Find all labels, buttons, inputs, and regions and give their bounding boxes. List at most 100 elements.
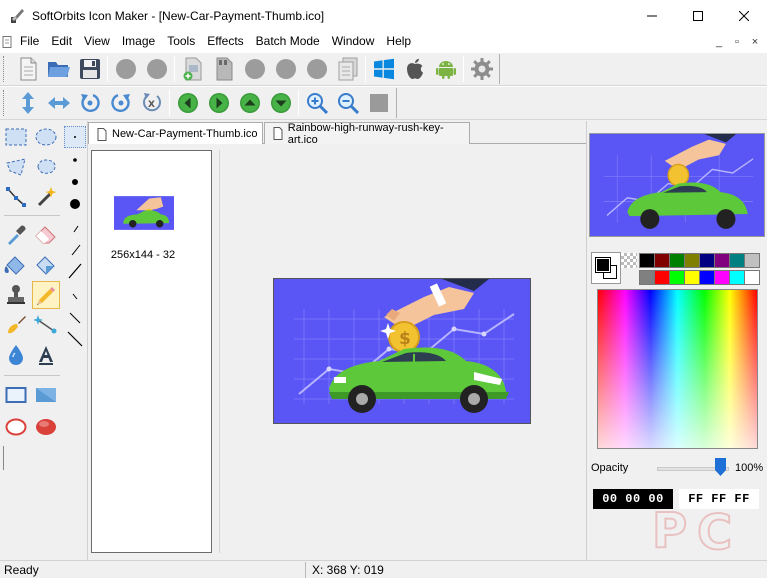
maximize-button[interactable] [675,0,721,31]
ellipse-filled-tool[interactable] [32,413,60,441]
palette-swatch[interactable] [639,270,655,285]
menu-edit[interactable]: Edit [45,31,78,52]
brush-backslash-2[interactable] [64,307,86,329]
palette-swatch[interactable] [639,253,655,268]
foreground-color-swatch[interactable] [595,257,611,273]
move-down-button[interactable] [265,88,296,118]
disabled-button-3[interactable] [239,54,270,84]
pencil-tool[interactable] [32,281,60,309]
close-button[interactable] [721,0,767,31]
palette-swatch[interactable] [669,253,685,268]
brush-slash-2[interactable] [64,239,86,261]
menu-effects[interactable]: Effects [201,31,249,52]
line-tool[interactable] [32,311,60,339]
color-spectrum[interactable] [597,289,758,449]
rect-select-tool[interactable] [2,123,30,151]
rectangle-filled-tool[interactable] [32,381,60,409]
mdi-minimize-button[interactable]: _ [713,36,725,48]
palette-swatch[interactable] [714,270,730,285]
palette-swatch[interactable] [729,253,745,268]
tab-rainbow-high-runway[interactable]: Rainbow-high-runway-rush-key-art.ico [264,122,470,146]
disabled-button-2[interactable] [141,54,172,84]
transparent-swatch[interactable] [621,253,637,268]
pages-button[interactable] [332,54,363,84]
toolbar-grip[interactable] [3,90,9,116]
android-button[interactable] [430,54,461,84]
menu-file[interactable]: File [14,31,45,52]
palette-swatch[interactable] [744,253,760,268]
save-button[interactable] [74,54,105,84]
blur-tool[interactable] [2,341,30,369]
brush-backslash-3[interactable] [64,328,86,350]
rotate-free-button[interactable]: X [136,88,167,118]
flip-vertical-button[interactable] [12,88,43,118]
icon-formats-list[interactable]: 256x144 - 32 [91,150,212,553]
brush-size-1[interactable] [64,126,86,148]
polygon-select-tool[interactable] [2,153,30,181]
ellipse-select-tool[interactable] [32,123,60,151]
ellipse-outline-tool[interactable] [2,413,30,441]
fill-tool[interactable] [2,251,30,279]
palette-swatch[interactable] [699,253,715,268]
minimize-button[interactable] [629,0,675,31]
text-tool[interactable] [32,341,60,369]
palette-swatch[interactable] [684,253,700,268]
add-page-button[interactable] [177,54,208,84]
menu-help[interactable]: Help [380,31,417,52]
palette-swatch[interactable] [714,253,730,268]
apple-button[interactable] [399,54,430,84]
palette-swatch[interactable] [654,270,670,285]
zoom-out-button[interactable] [332,88,363,118]
stamp-tool[interactable] [2,281,30,309]
brush-size-4[interactable] [64,193,86,215]
palette-swatch[interactable] [669,270,685,285]
main-image-canvas[interactable]: $ [273,278,531,424]
rotate-left-button[interactable] [74,88,105,118]
disabled-button-5[interactable] [301,54,332,84]
toolbar-grip[interactable] [3,56,9,82]
menu-window[interactable]: Window [326,31,381,52]
brush-tool[interactable] [2,311,30,339]
menu-batch-mode[interactable]: Batch Mode [250,31,326,52]
menu-view[interactable]: View [78,31,116,52]
disabled-button-1[interactable] [110,54,141,84]
palette-swatch[interactable] [654,253,670,268]
canvas-area[interactable]: $ [219,150,586,553]
zoom-in-button[interactable] [301,88,332,118]
opacity-slider-handle[interactable] [715,458,726,476]
windows-button[interactable] [368,54,399,84]
palette-swatch[interactable] [744,270,760,285]
brush-size-2[interactable] [64,149,86,171]
move-up-button[interactable] [234,88,265,118]
lasso-select-tool[interactable] [32,153,60,181]
actual-size-button[interactable] [363,88,394,118]
move-right-button[interactable] [203,88,234,118]
new-button[interactable] [12,54,43,84]
disabled-button-4[interactable] [270,54,301,84]
flip-horizontal-button[interactable] [43,88,74,118]
settings-button[interactable] [466,54,497,84]
color-picker-tool[interactable] [2,221,30,249]
palette-swatch[interactable] [699,270,715,285]
mdi-restore-button[interactable]: ▫ [731,36,743,48]
palette-swatch[interactable] [729,270,745,285]
eraser-tool[interactable] [32,221,60,249]
fg-bg-color-selector[interactable] [591,252,621,284]
magic-wand-tool[interactable] [32,183,60,211]
gradient-fill-tool[interactable] [32,251,60,279]
car-payment-thumbnail[interactable] [114,196,174,230]
node-edit-tool[interactable] [2,183,30,211]
palette-swatch[interactable] [684,270,700,285]
mdi-close-button[interactable]: × [749,36,761,48]
brush-slash-1[interactable] [64,218,86,240]
brush-slash-3[interactable] [64,260,86,282]
move-left-button[interactable] [172,88,203,118]
brush-backslash-1[interactable] [64,286,86,308]
rectangle-outline-tool[interactable] [2,381,30,409]
menu-tools[interactable]: Tools [161,31,201,52]
open-button[interactable] [43,54,74,84]
secondary-color-hex[interactable]: FF FF FF [679,489,759,509]
tab-new-car-payment-thumb[interactable]: New-Car-Payment-Thumb.ico [88,122,263,145]
menu-image[interactable]: Image [116,31,161,52]
brush-size-3[interactable] [64,171,86,193]
